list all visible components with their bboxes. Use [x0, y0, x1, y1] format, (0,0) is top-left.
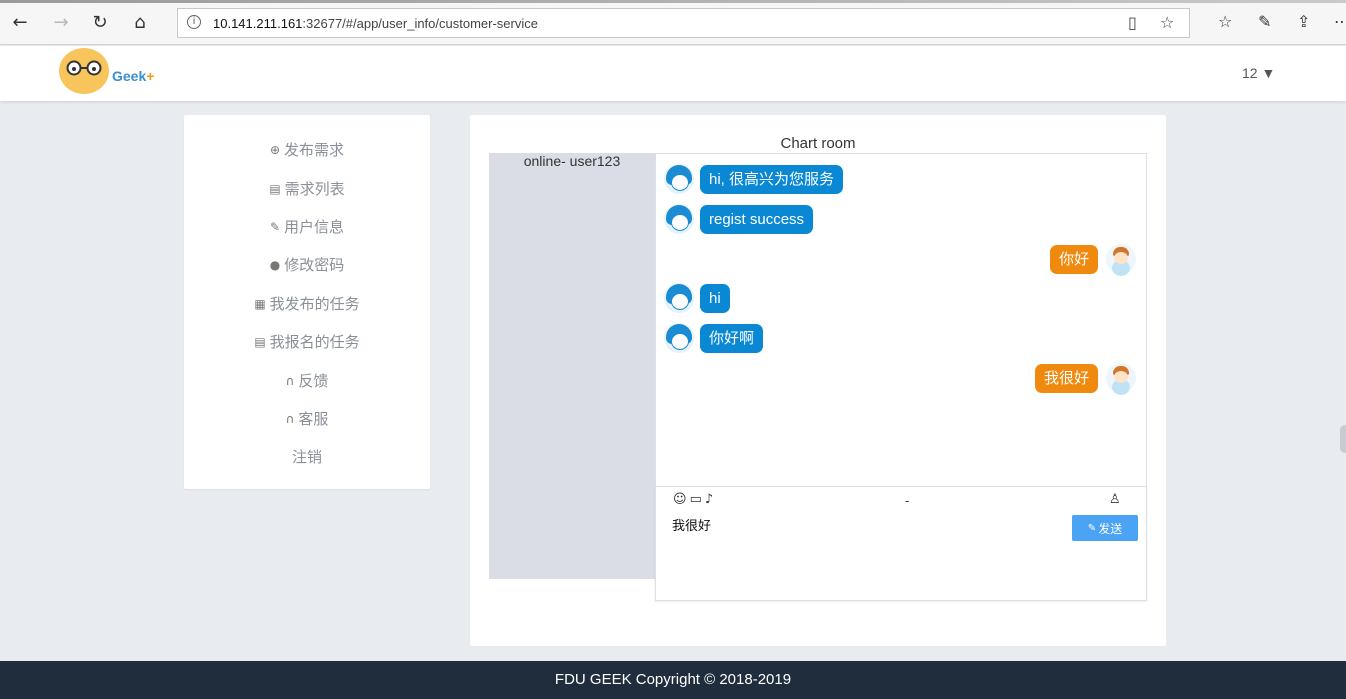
composer-toolbar: ☺▭♪	[673, 492, 716, 507]
message-bubble: hi	[700, 283, 730, 313]
sidebar-item-feedback[interactable]: ∩ 反馈	[184, 370, 430, 391]
sidebar-item-label: 需求列表	[284, 181, 345, 198]
url-text: 10.141.211.161:32677/#/app/user_info/cus…	[213, 16, 538, 31]
sidebar-item-label: 我发布的任务	[269, 296, 360, 313]
site-info-icon[interactable]: i	[187, 15, 201, 29]
sidebar-item-my-published-tasks[interactable]: ▦ 我发布的任务	[184, 293, 430, 314]
message-service: regist success	[664, 204, 814, 234]
home-icon[interactable]: ⌂	[129, 11, 151, 33]
page-scroll-handle[interactable]	[1340, 425, 1346, 453]
forward-icon[interactable]: →	[50, 11, 72, 33]
back-icon[interactable]: ←	[9, 11, 31, 33]
message-service: hi, 很高兴为您服务	[664, 164, 844, 194]
pen-icon[interactable]: ✎	[1258, 12, 1271, 31]
calendar-icon: ▦	[254, 297, 266, 311]
message-user: 我很好	[1034, 363, 1136, 393]
message-composer: ☺▭♪ - ♙ ✎发送	[655, 486, 1147, 601]
folder-icon[interactable]: ▭	[690, 492, 705, 507]
message-bubble: 你好啊	[700, 323, 764, 353]
online-users-panel: online- user123	[489, 153, 655, 579]
warning-circle-icon: ●	[269, 258, 281, 272]
page-footer: FDU GEEK Copyright © 2018-2019	[0, 661, 1346, 699]
user-avatar-icon	[1106, 363, 1136, 393]
service-avatar-icon	[664, 204, 694, 234]
logo-text: Geek+	[112, 68, 155, 84]
favorites-hub-icon[interactable]: ☆	[1218, 12, 1232, 31]
geek-logo[interactable]: Geek+	[57, 46, 167, 101]
logo-glasses-icon	[66, 60, 102, 76]
send-button-label: 发送	[1098, 521, 1123, 536]
sidebar-item-user-info[interactable]: ✎ 用户信息	[184, 216, 430, 237]
sidebar-item-logout[interactable]: 注销	[184, 446, 430, 467]
browser-toolbar: ← → ↻ ⌂ i 10.141.211.161:32677/#/app/use…	[0, 0, 1346, 45]
service-avatar-icon	[664, 323, 694, 353]
service-avatar-icon	[664, 283, 694, 313]
emoji-icon[interactable]: ☺	[673, 492, 690, 507]
sidebar-item-label: 注销	[291, 449, 322, 466]
message-service: hi	[664, 283, 730, 313]
reading-view-icon[interactable]: ▯	[1128, 13, 1137, 32]
add-circle-icon: ⊕	[269, 143, 281, 157]
user-icon[interactable]: ♙	[1109, 492, 1121, 507]
tab-strip-line	[0, 0, 1346, 3]
user-dropdown[interactable]: 12 ▼	[1242, 65, 1275, 81]
headset-icon: ∩	[285, 374, 295, 388]
message-bubble: 我很好	[1034, 363, 1098, 393]
online-user-label[interactable]: online- user123	[489, 153, 655, 169]
chat-title: Chart room	[780, 135, 856, 152]
sidebar-item-my-enrolled-tasks[interactable]: ▤ 我报名的任务	[184, 331, 430, 352]
app-header: Geek+ 12 ▼	[0, 46, 1346, 101]
chat-room-card: Chart room online- user123 hi, 很高兴为您服务 r…	[470, 115, 1166, 646]
sidebar-menu: ⊕ 发布需求 ▤ 需求列表 ✎ 用户信息 ● 修改密码 ▦ 我发布的任务 ▤ 我报名的任务 …	[184, 115, 430, 489]
user-avatar-icon	[1106, 244, 1136, 274]
message-list[interactable]: hi, 很高兴为您服务 regist success 你好 hi 你好啊 我很好	[655, 153, 1147, 486]
sidebar-item-label: 用户信息	[284, 219, 345, 236]
favorite-star-icon[interactable]: ☆	[1160, 13, 1174, 32]
service-avatar-icon	[664, 164, 694, 194]
sidebar-item-label: 反馈	[298, 373, 329, 390]
sidebar-item-label: 我报名的任务	[269, 334, 360, 351]
document-icon: ▤	[269, 182, 281, 196]
refresh-icon[interactable]: ↻	[89, 11, 111, 33]
sidebar-item-label: 修改密码	[284, 257, 345, 274]
address-bar[interactable]: i 10.141.211.161:32677/#/app/user_info/c…	[177, 8, 1190, 38]
message-service: 你好啊	[664, 323, 764, 353]
send-button[interactable]: ✎ 发送	[1072, 515, 1138, 541]
edit-icon: ✎	[269, 220, 281, 234]
message-input[interactable]	[672, 513, 1052, 535]
pencil-icon: ✎	[1087, 522, 1097, 534]
composer-separator: -	[905, 493, 910, 508]
sidebar-item-customer-service[interactable]: ∩ 客服	[184, 408, 430, 429]
sidebar-item-label: 发布需求	[284, 142, 345, 159]
microphone-icon[interactable]: ♪	[705, 492, 716, 507]
message-bubble: 你好	[1049, 244, 1098, 274]
sidebar-item-label: 客服	[298, 411, 329, 428]
message-bubble: hi, 很高兴为您服务	[700, 164, 844, 194]
more-icon[interactable]: ⋯	[1334, 12, 1346, 31]
copyright-text: FDU GEEK Copyright © 2018-2019	[554, 671, 792, 688]
message-user: 你好	[1049, 244, 1136, 274]
sidebar-item-request-list[interactable]: ▤ 需求列表	[184, 178, 430, 199]
headset-icon: ∩	[285, 412, 295, 426]
sidebar-item-change-password[interactable]: ● 修改密码	[184, 254, 430, 275]
message-bubble: regist success	[700, 204, 814, 234]
sidebar-item-publish-request[interactable]: ⊕ 发布需求	[184, 139, 430, 160]
document-icon: ▤	[254, 335, 266, 349]
share-icon[interactable]: ⇪	[1297, 12, 1310, 31]
